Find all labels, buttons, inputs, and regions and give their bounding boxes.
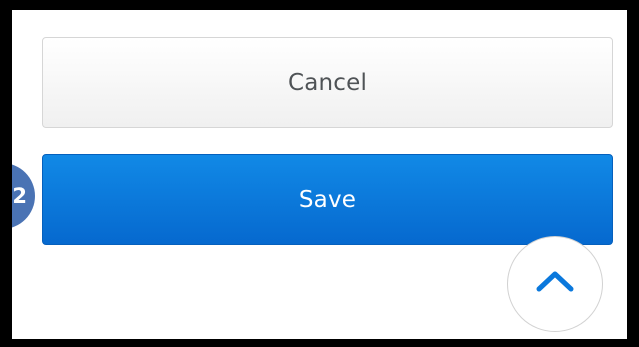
scroll-to-top-button[interactable] bbox=[507, 236, 603, 332]
save-button[interactable]: Save bbox=[42, 154, 613, 245]
step-badge: 2 bbox=[12, 163, 35, 229]
chevron-up-icon bbox=[535, 271, 575, 293]
cancel-button[interactable]: Cancel bbox=[42, 37, 613, 128]
form-actions-panel: Cancel Save 2 bbox=[12, 10, 627, 339]
